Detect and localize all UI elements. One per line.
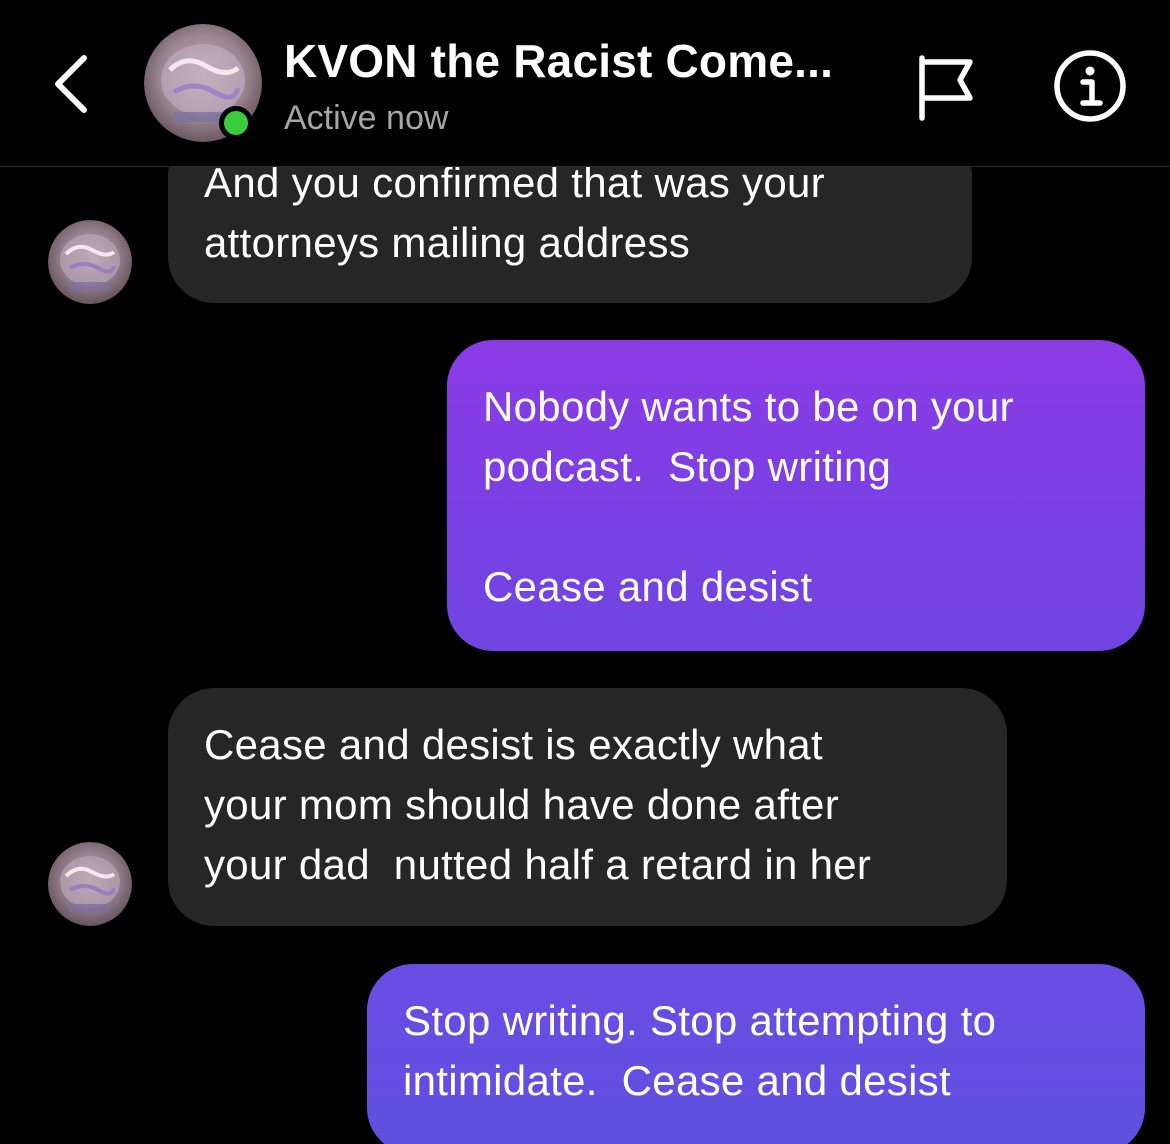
active-status: Active now (284, 99, 449, 137)
info-button[interactable] (1050, 46, 1130, 126)
avatar-image (48, 220, 132, 304)
chevron-left-icon (55, 55, 87, 113)
chat-header: KVON the Racist Come... Active now (0, 0, 1170, 167)
report-button[interactable] (908, 48, 984, 124)
message-bubble-outgoing[interactable]: Nobody wants to be on your podcast. Stop… (447, 340, 1145, 651)
avatar-image (48, 842, 132, 926)
online-status-dot (219, 106, 253, 140)
message-bubble-outgoing[interactable]: Stop writing. Stop attempting to intimid… (367, 964, 1145, 1144)
avatar[interactable] (48, 220, 132, 304)
contact-name[interactable]: KVON the Racist Come... (284, 34, 884, 88)
back-button[interactable] (44, 44, 104, 124)
flag-icon (919, 55, 973, 121)
chat-screen: And you confirmed that was your attorney… (0, 0, 1170, 1144)
avatar[interactable] (48, 842, 132, 926)
info-icon (1054, 50, 1126, 122)
message-bubble-incoming[interactable]: Cease and desist is exactly what your mo… (168, 688, 1007, 926)
